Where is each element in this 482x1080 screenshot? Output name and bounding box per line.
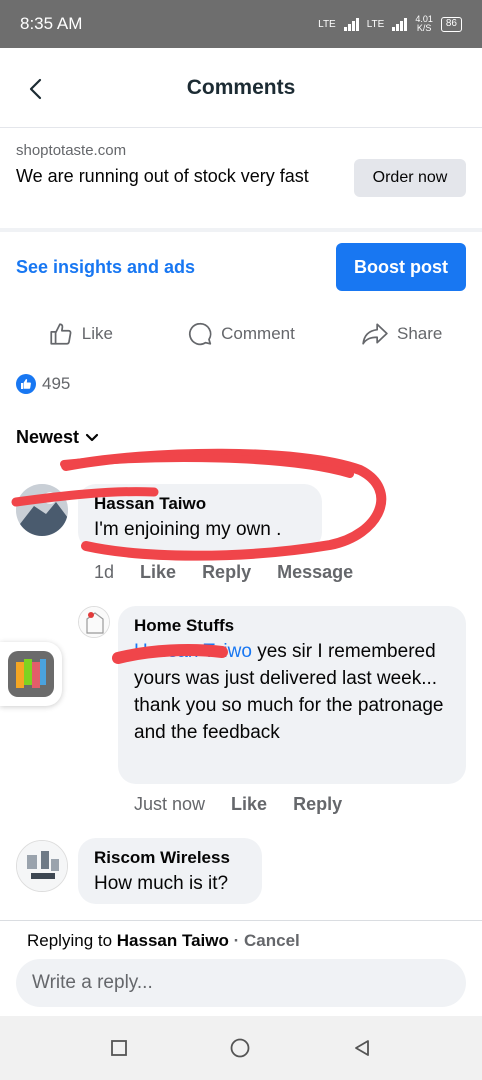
- thumbs-up-icon: [50, 323, 72, 345]
- comment-bubble[interactable]: Home Stuffs Hassan Taiwo yes sir I remem…: [118, 606, 466, 784]
- ad-domain: shoptotaste.com: [16, 142, 127, 159]
- see-insights-link[interactable]: See insights and ads: [16, 257, 195, 278]
- chevron-left-icon: [29, 78, 42, 100]
- network-speed-unit: K/S: [416, 23, 432, 33]
- reaction-summary[interactable]: 495: [16, 374, 70, 394]
- header: Comments: [0, 48, 482, 128]
- comment-bubble[interactable]: Hassan Taiwo I'm enjoining my own .: [78, 484, 322, 550]
- replying-to-label: Replying to Hassan Taiwo · Cancel: [27, 931, 300, 951]
- ad-text: We are running out of stock very fast: [16, 166, 309, 186]
- reply-input[interactable]: [16, 959, 466, 1007]
- post-actions: Like Comment Share: [0, 312, 482, 356]
- like-reaction-icon: [16, 374, 36, 394]
- boost-post-button[interactable]: Boost post: [336, 243, 466, 291]
- replying-prefix: Replying to: [27, 931, 117, 950]
- status-icons: LTE LTE 4.01 K/S 86: [318, 15, 462, 33]
- back-button[interactable]: [20, 74, 50, 104]
- comment-meta: Just now Like Reply: [134, 794, 342, 815]
- order-now-button[interactable]: Order now: [354, 159, 466, 197]
- page-title: Comments: [186, 75, 296, 99]
- comment-like-button[interactable]: Like: [140, 562, 176, 583]
- battery-icon: 86: [440, 16, 462, 32]
- comment-reply-button[interactable]: Reply: [202, 562, 251, 583]
- back-nav-button[interactable]: [352, 1038, 372, 1058]
- comment-meta: 1d Like Reply Message: [94, 562, 353, 583]
- comment-time: Just now: [134, 794, 206, 814]
- comment-author[interactable]: Home Stuffs: [134, 614, 450, 638]
- comment-button[interactable]: Comment: [161, 321, 322, 347]
- comment-text: How much is it?: [94, 873, 229, 894]
- comment-author[interactable]: Riscom Wireless: [94, 846, 246, 870]
- network-type-1: LTE: [318, 18, 336, 30]
- system-nav-bar: [0, 1016, 482, 1080]
- signal-icon: [392, 17, 408, 31]
- ad-card[interactable]: shoptotaste.com We are running out of st…: [0, 132, 482, 228]
- status-time: 8:35 AM: [20, 14, 83, 33]
- signal-icon: [343, 17, 359, 31]
- comment-bubble[interactable]: Riscom Wireless How much is it?: [78, 838, 262, 904]
- share-button[interactable]: Share: [321, 321, 482, 347]
- avatar[interactable]: [16, 484, 68, 536]
- comment-reply-button[interactable]: Reply: [293, 794, 342, 815]
- avatar[interactable]: [16, 840, 68, 892]
- comment-bubble-icon: [189, 322, 212, 346]
- comment-like-button[interactable]: Like: [231, 794, 267, 815]
- comment-time: 1d: [94, 562, 115, 582]
- network-speed: 4.01 K/S: [415, 15, 433, 33]
- comment-text: Hassan Taiwo yes sir I remembered yours …: [134, 638, 450, 746]
- home-button[interactable]: [229, 1037, 251, 1059]
- reply-composer: Replying to Hassan Taiwo · Cancel: [0, 920, 482, 1016]
- sort-label: Newest: [16, 427, 80, 447]
- reaction-count: 495: [42, 374, 71, 393]
- status-bar: 8:35 AM LTE LTE 4.01 K/S 86: [0, 0, 482, 48]
- network-type-2: LTE: [366, 18, 385, 30]
- app-icon: [8, 651, 54, 697]
- avatar[interactable]: [78, 606, 110, 638]
- like-label: Like: [81, 324, 113, 343]
- share-label: Share: [396, 324, 443, 343]
- like-button[interactable]: Like: [0, 321, 161, 347]
- mention-link[interactable]: Hassan Taiwo: [134, 641, 252, 662]
- comment-author[interactable]: Hassan Taiwo: [94, 492, 306, 516]
- replying-target: Hassan Taiwo: [116, 931, 229, 950]
- battery-level: 86: [445, 18, 457, 29]
- cancel-reply-button[interactable]: · Cancel: [229, 931, 300, 950]
- comment-label: Comment: [221, 324, 295, 343]
- comment-message-button[interactable]: Message: [277, 562, 353, 583]
- floating-app-shortcut[interactable]: [0, 642, 62, 706]
- chevron-down-icon: [85, 433, 99, 441]
- share-arrow-icon: [362, 323, 388, 345]
- insights-row: See insights and ads Boost post: [0, 232, 482, 302]
- comment-text: I'm enjoining my own .: [94, 519, 282, 540]
- sort-dropdown[interactable]: Newest: [16, 427, 99, 448]
- recent-apps-button[interactable]: [110, 1039, 128, 1057]
